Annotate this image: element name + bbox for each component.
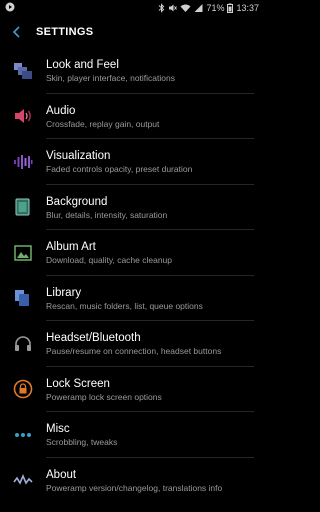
- look-and-feel-icon: [0, 48, 46, 93]
- background-icon: [0, 185, 46, 230]
- library-icon: [0, 276, 46, 321]
- signal-icon: [194, 3, 203, 13]
- status-time: 13:37: [236, 3, 259, 13]
- status-bar: 71% 13:37: [0, 0, 264, 16]
- page-title: SETTINGS: [36, 26, 94, 38]
- lock-icon: [0, 367, 46, 412]
- item-label: Album Art: [46, 241, 96, 254]
- back-button[interactable]: [0, 16, 34, 48]
- settings-item-look-and-feel[interactable]: Look and Feel Skin, player interface, no…: [0, 48, 264, 94]
- dots-icon: [0, 412, 46, 457]
- bluetooth-icon: [158, 3, 165, 13]
- item-subtitle: Pause/resume on connection, headset butt…: [46, 346, 222, 357]
- settings-item-library[interactable]: Library Rescan, music folders, list, que…: [0, 276, 264, 321]
- play-notification-icon: [5, 2, 15, 14]
- status-right: 71% 13:37: [158, 3, 259, 13]
- settings-item-background[interactable]: Background Blur, details, intensity, sat…: [0, 185, 264, 230]
- item-label: Look and Feel: [46, 59, 119, 72]
- item-label: Audio: [46, 104, 76, 117]
- item-subtitle: Faded controls opacity, preset duration: [46, 164, 193, 175]
- item-label: About: [46, 468, 77, 481]
- item-subtitle: Scrobbling, tweaks: [46, 437, 118, 448]
- item-subtitle: Poweramp version/changelog, translations…: [46, 482, 223, 493]
- app-bar: SETTINGS: [0, 16, 264, 48]
- item-label: Headset/Bluetooth: [46, 332, 141, 345]
- settings-item-lock-screen[interactable]: Lock Screen Poweramp lock screen options: [0, 367, 264, 412]
- back-arrow-icon: [12, 26, 20, 38]
- item-label: Library: [46, 286, 82, 299]
- settings-item-album-art[interactable]: Album Art Download, quality, cache clean…: [0, 230, 264, 276]
- item-subtitle: Skin, player interface, notifications: [46, 73, 175, 84]
- item-label: Misc: [46, 423, 70, 436]
- item-subtitle: Blur, details, intensity, saturation: [46, 209, 168, 220]
- battery-percent: 71%: [206, 3, 225, 13]
- settings-list: Look and Feel Skin, player interface, no…: [0, 48, 264, 503]
- waveform-icon: [0, 139, 46, 184]
- item-subtitle: Rescan, music folders, list, queue optio…: [46, 300, 203, 311]
- item-label: Background: [46, 195, 108, 208]
- image-icon: [0, 230, 46, 275]
- settings-item-about[interactable]: About Poweramp version/changelog, transl…: [0, 458, 264, 504]
- status-left: [5, 2, 15, 14]
- item-subtitle: Download, quality, cache cleanup: [46, 255, 173, 266]
- wifi-icon: [180, 3, 191, 13]
- settings-item-audio[interactable]: Audio Crossfade, replay gain, output: [0, 94, 264, 139]
- item-label: Lock Screen: [46, 377, 110, 390]
- about-wave-icon: [0, 458, 46, 503]
- item-label: Visualization: [46, 150, 111, 163]
- battery-icon: [227, 3, 234, 13]
- item-subtitle: Poweramp lock screen options: [46, 391, 162, 402]
- mute-icon: [168, 3, 178, 13]
- settings-item-headset-bluetooth[interactable]: Headset/Bluetooth Pause/resume on connec…: [0, 321, 264, 367]
- speaker-icon: [0, 94, 46, 139]
- item-subtitle: Crossfade, replay gain, output: [46, 118, 160, 129]
- settings-item-misc[interactable]: Misc Scrobbling, tweaks: [0, 412, 264, 458]
- headset-icon: [0, 321, 46, 366]
- settings-item-visualization[interactable]: Visualization Faded controls opacity, pr…: [0, 139, 264, 185]
